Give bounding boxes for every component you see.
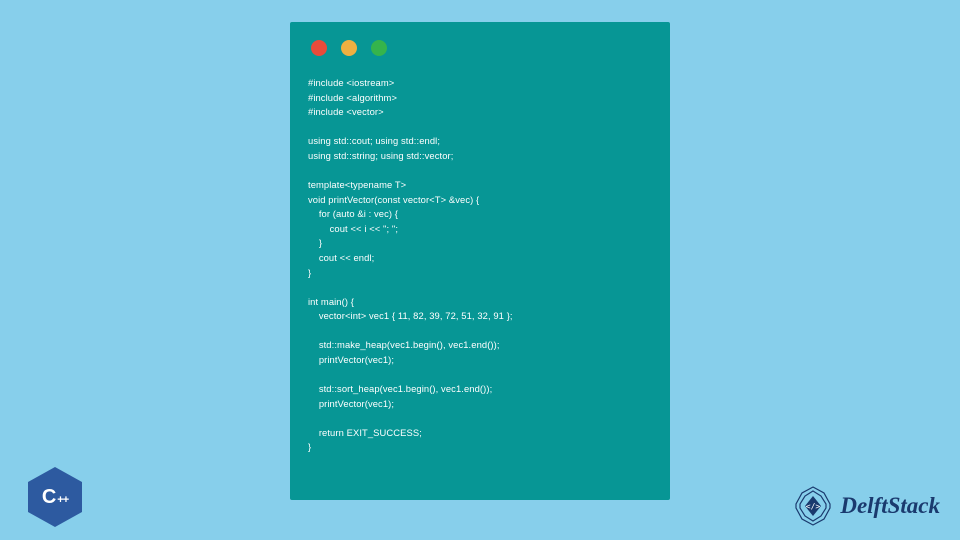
code-window: #include <iostream> #include <algorithm>… (290, 22, 670, 500)
svg-text:</>: </> (806, 502, 821, 511)
minimize-icon (341, 40, 357, 56)
cpp-logo: C ++ (26, 464, 84, 530)
delftstack-logo: </> DelftStack (791, 484, 940, 528)
maximize-icon (371, 40, 387, 56)
close-icon (311, 40, 327, 56)
delftstack-text: DelftStack (840, 493, 940, 519)
delftstack-ornament-icon: </> (791, 484, 835, 528)
code-block: #include <iostream> #include <algorithm>… (308, 76, 652, 455)
cpp-plus: ++ (57, 494, 68, 506)
cpp-letter: C (42, 486, 56, 509)
cpp-hexagon-icon: C ++ (28, 467, 82, 527)
traffic-lights (311, 40, 652, 56)
